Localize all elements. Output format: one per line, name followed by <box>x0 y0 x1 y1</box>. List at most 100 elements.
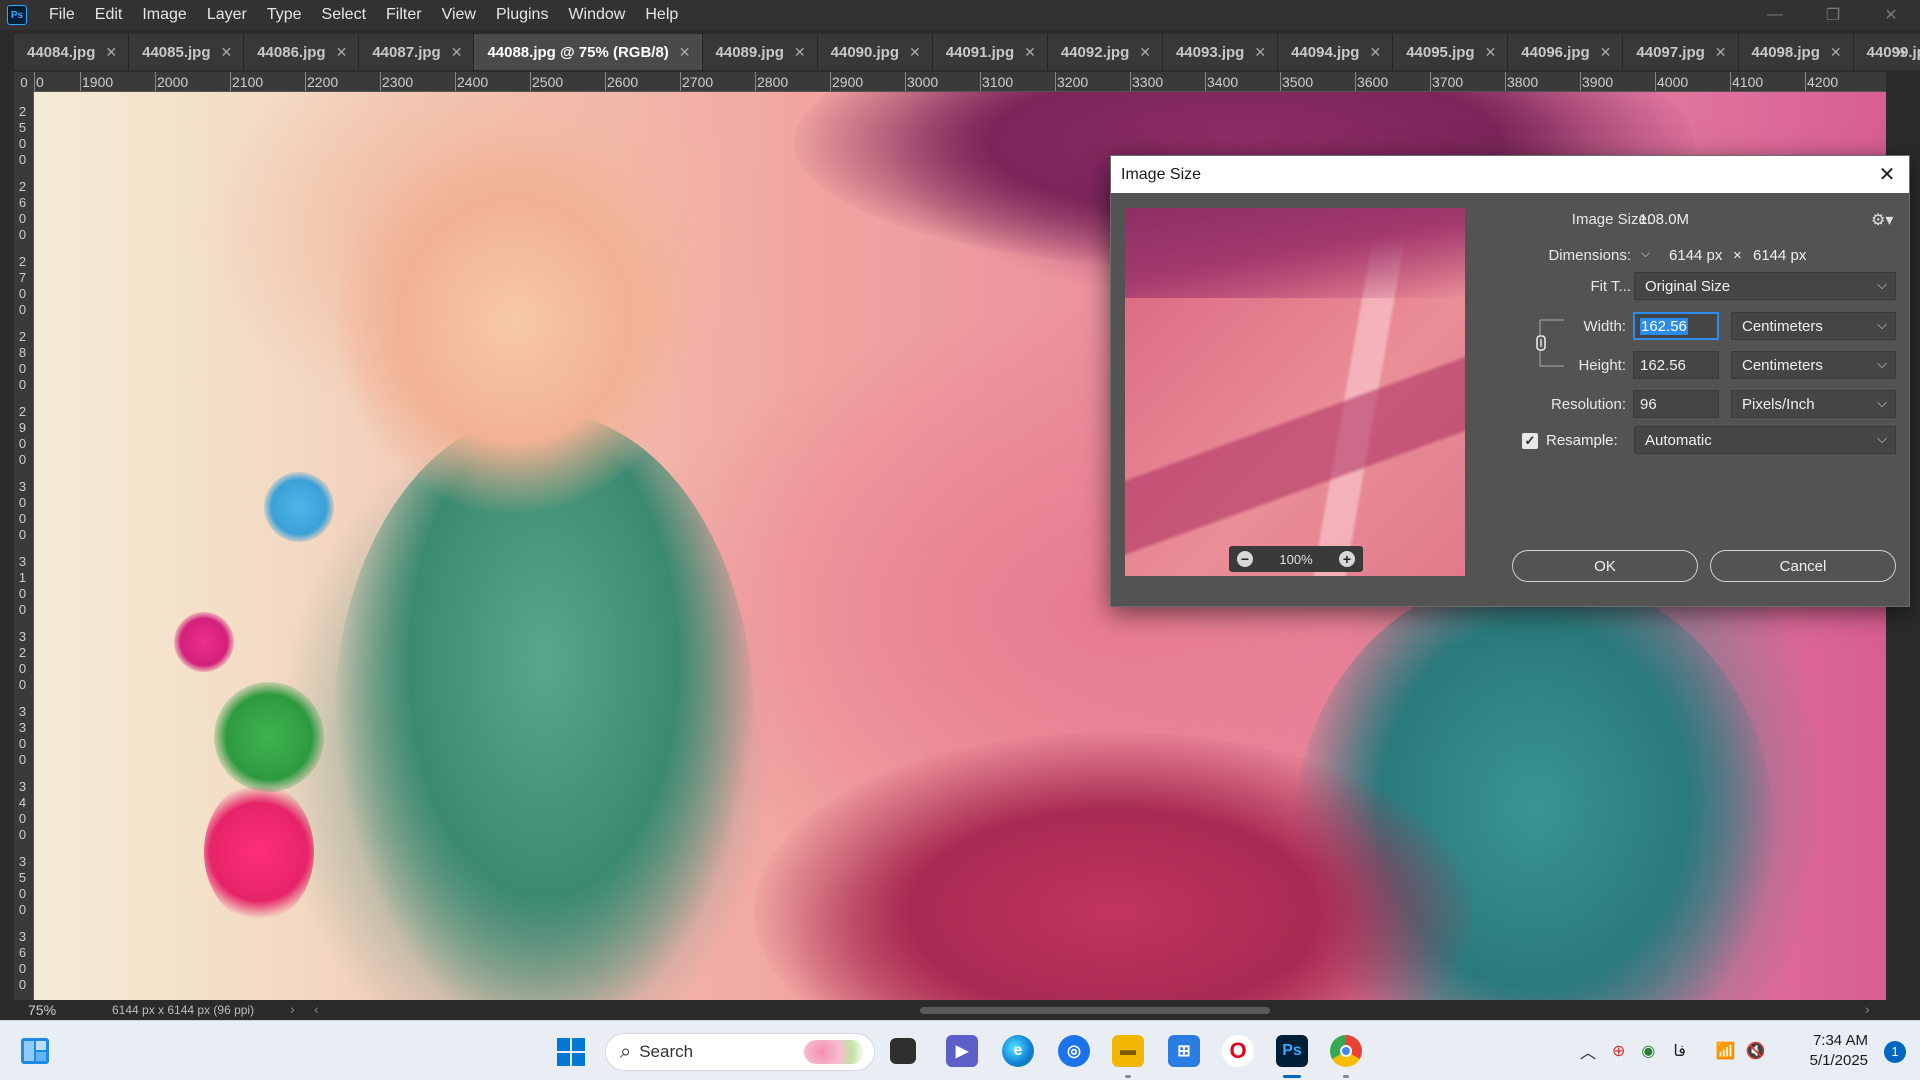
camera-search-icon[interactable]: ◎ <box>1058 1035 1090 1067</box>
tab-44091[interactable]: 44091.jpg ✕ <box>932 34 1048 70</box>
scroll-left-icon[interactable]: ‹ <box>314 1001 319 1017</box>
tab-44087[interactable]: 44087.jpg ✕ <box>359 34 475 70</box>
menu-filter[interactable]: Filter <box>376 0 432 30</box>
resample-dropdown[interactable]: Automatic ⌵ <box>1634 426 1896 454</box>
tab-44092[interactable]: 44092.jpg ✕ <box>1047 34 1163 70</box>
horizontal-scrollbar[interactable]: ‹ › <box>314 1001 1880 1017</box>
volume-muted-icon[interactable]: 🔇 <box>1746 1041 1766 1061</box>
search-highlight-icon <box>804 1040 864 1064</box>
close-tab-icon[interactable]: ✕ <box>336 44 348 61</box>
scroll-right-icon[interactable]: › <box>1865 1001 1870 1017</box>
tab-44084[interactable]: 44084.jpg ✕ <box>14 34 130 70</box>
start-windows-icon[interactable] <box>556 1037 586 1067</box>
close-tab-icon[interactable]: ✕ <box>1485 44 1497 61</box>
height-unit-dropdown[interactable]: Centimeters ⌵ <box>1731 351 1896 379</box>
dialog-close-icon[interactable]: ✕ <box>1873 160 1901 188</box>
restore-icon[interactable]: ❐ <box>1804 0 1862 30</box>
tab-44096[interactable]: 44096.jpg ✕ <box>1508 34 1624 70</box>
tab-44099[interactable]: 44099.jpg✕ <box>1853 34 1920 70</box>
resolution-input[interactable]: 96 <box>1633 390 1719 418</box>
wifi-icon[interactable]: 📶 <box>1716 1041 1736 1061</box>
menu-view[interactable]: View <box>432 0 486 30</box>
menu-type[interactable]: Type <box>257 0 312 30</box>
tab-44094[interactable]: 44094.jpg ✕ <box>1278 34 1394 70</box>
close-tab-icon[interactable]: ✕ <box>1830 44 1842 61</box>
ruler-corner[interactable]: 0 <box>14 72 34 92</box>
opera-icon[interactable]: O <box>1222 1035 1254 1067</box>
horizontal-ruler[interactable]: 0 1900 2000 2100 2200 2300 2400 2500 2600 2700 280… <box>34 72 1886 92</box>
chrome-icon[interactable] <box>1330 1035 1362 1067</box>
tab-44098[interactable]: 44098.jpg ✕ <box>1738 34 1854 70</box>
file-explorer-icon[interactable]: ▬ <box>1112 1035 1144 1067</box>
show-hidden-icons-icon[interactable]: ︿ <box>1580 1039 1596 1063</box>
menu-window[interactable]: Window <box>558 0 635 30</box>
document-info[interactable]: 6144 px x 6144 px (96 ppi) <box>112 1003 254 1017</box>
menu-file[interactable]: File <box>39 0 85 30</box>
menu-edit[interactable]: Edit <box>85 0 133 30</box>
close-tab-icon[interactable]: ✕ <box>1369 44 1381 61</box>
tab-44095[interactable]: 44095.jpg ✕ <box>1393 34 1509 70</box>
close-tab-icon[interactable]: ✕ <box>105 44 117 61</box>
close-tab-icon[interactable]: ✕ <box>1139 44 1151 61</box>
zoom-in-icon[interactable]: + <box>1339 551 1355 567</box>
dialog-titlebar[interactable]: Image Size ✕ <box>1111 156 1909 193</box>
tab-44097[interactable]: 44097.jpg ✕ <box>1623 34 1739 70</box>
teams-icon[interactable]: ▶ <box>946 1035 978 1067</box>
tab-44090[interactable]: 44090.jpg ✕ <box>817 34 933 70</box>
close-tab-icon[interactable]: ✕ <box>451 44 463 61</box>
width-unit-dropdown[interactable]: Centimeters ⌵ <box>1731 312 1896 340</box>
close-tab-icon[interactable]: ✕ <box>1024 44 1036 61</box>
edge-icon[interactable]: e <box>1002 1035 1034 1067</box>
close-tab-icon[interactable]: ✕ <box>220 44 232 61</box>
cancel-button[interactable]: Cancel <box>1710 550 1896 582</box>
tab-44089[interactable]: 44089.jpg ✕ <box>702 34 818 70</box>
fit-to-dropdown[interactable]: Original Size ⌵ <box>1634 272 1896 300</box>
width-input[interactable]: 162.56 <box>1633 312 1719 340</box>
clock[interactable]: 7:34 AM 5/1/2025 <box>1810 1031 1868 1071</box>
tab-44085[interactable]: 44085.jpg ✕ <box>129 34 245 70</box>
status-expand-icon[interactable]: › <box>290 1001 295 1017</box>
scrollbar-thumb[interactable] <box>920 1007 1270 1014</box>
menu-image[interactable]: Image <box>132 0 196 30</box>
image-preview[interactable]: − 100% + <box>1125 208 1465 576</box>
task-view-icon[interactable] <box>890 1038 916 1064</box>
close-tab-icon[interactable]: ✕ <box>679 44 691 61</box>
vertical-ruler[interactable]: 2500 2600 2700 2800 2900 3000 3100 3200 3300 3400… <box>14 92 34 1000</box>
height-input[interactable]: 162.56 <box>1633 351 1719 379</box>
taskbar-search[interactable]: ⌕ Search <box>605 1033 875 1071</box>
resample-checkbox[interactable]: ✓ <box>1522 433 1538 449</box>
ruler-label: 2300 <box>382 74 414 90</box>
close-tab-icon[interactable]: ✕ <box>1600 44 1612 61</box>
vpn-icon[interactable]: ⊕ <box>1612 1041 1625 1061</box>
notifications-badge[interactable]: 1 <box>1884 1041 1906 1063</box>
menu-plugins[interactable]: Plugins <box>486 0 558 30</box>
close-tab-icon[interactable]: ✕ <box>794 44 806 61</box>
close-tab-icon[interactable]: ✕ <box>1715 44 1727 61</box>
tab-44088-active[interactable]: 44088.jpg @ 75% (RGB/8) ✕ <box>474 34 703 70</box>
menu-help[interactable]: Help <box>635 0 688 30</box>
microsoft-store-icon[interactable]: ⊞ <box>1168 1035 1200 1067</box>
settings-gear-icon[interactable]: ⚙▾ <box>1871 210 1893 230</box>
ruler-tick <box>1805 72 1806 91</box>
widgets-icon[interactable] <box>20 1037 50 1065</box>
minimize-icon[interactable]: — <box>1746 0 1804 30</box>
close-window-icon[interactable]: ✕ <box>1862 0 1920 30</box>
zoom-out-icon[interactable]: − <box>1237 551 1253 567</box>
photoshop-logo-icon[interactable]: Ps <box>7 5 27 25</box>
close-tab-icon[interactable]: ✕ <box>909 44 921 61</box>
input-language[interactable]: فا <box>1673 1041 1686 1061</box>
resolution-unit-dropdown[interactable]: Pixels/Inch ⌵ <box>1731 390 1896 418</box>
dimensions-toggle-icon[interactable]: ⌵ <box>1641 246 1650 261</box>
menu-layer[interactable]: Layer <box>197 0 257 30</box>
ruler-label: 3900 <box>1582 74 1614 90</box>
tab-44093[interactable]: 44093.jpg ✕ <box>1162 34 1279 70</box>
photoshop-taskbar-icon[interactable]: Ps <box>1276 1035 1308 1067</box>
close-tab-icon[interactable]: ✕ <box>1254 44 1266 61</box>
ok-button[interactable]: OK <box>1512 550 1698 582</box>
tab-44086[interactable]: 44086.jpg ✕ <box>244 34 360 70</box>
tab-overflow-icon[interactable]: » <box>1895 34 1906 70</box>
zoom-level[interactable]: 75% <box>28 1002 56 1018</box>
app-tray-icon[interactable]: ◉ <box>1641 1041 1655 1061</box>
ruler-tick <box>1580 72 1581 91</box>
menu-select[interactable]: Select <box>312 0 376 30</box>
